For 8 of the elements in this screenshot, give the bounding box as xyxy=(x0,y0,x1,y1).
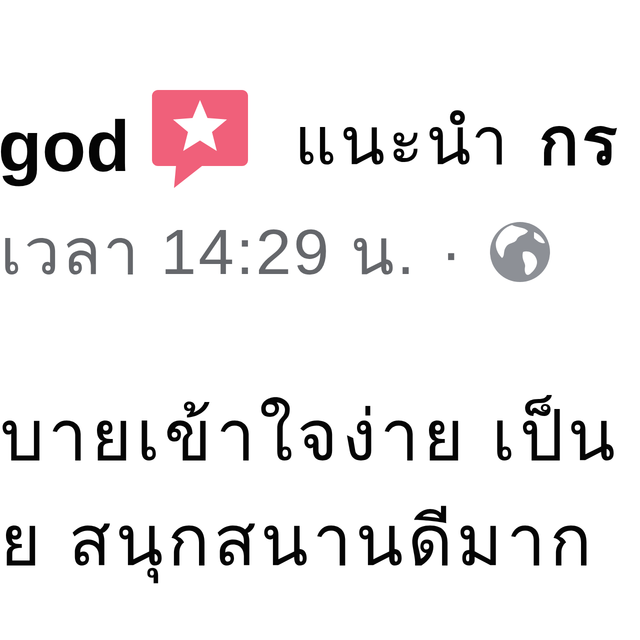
separator-dot: · xyxy=(440,214,462,290)
recommends-text: แนะนำ xyxy=(294,103,511,180)
globe-icon xyxy=(490,222,550,282)
star-speech-bubble-icon xyxy=(152,90,248,188)
page-name[interactable]: กร xyxy=(538,102,620,182)
post-text-line: ย สนุกสนานดีมาก xyxy=(0,489,596,594)
post-time[interactable]: เวลา 14:29 น. xyxy=(0,214,416,290)
post-text-line: บายเข้าใจง่าย เป็น xyxy=(0,394,620,477)
